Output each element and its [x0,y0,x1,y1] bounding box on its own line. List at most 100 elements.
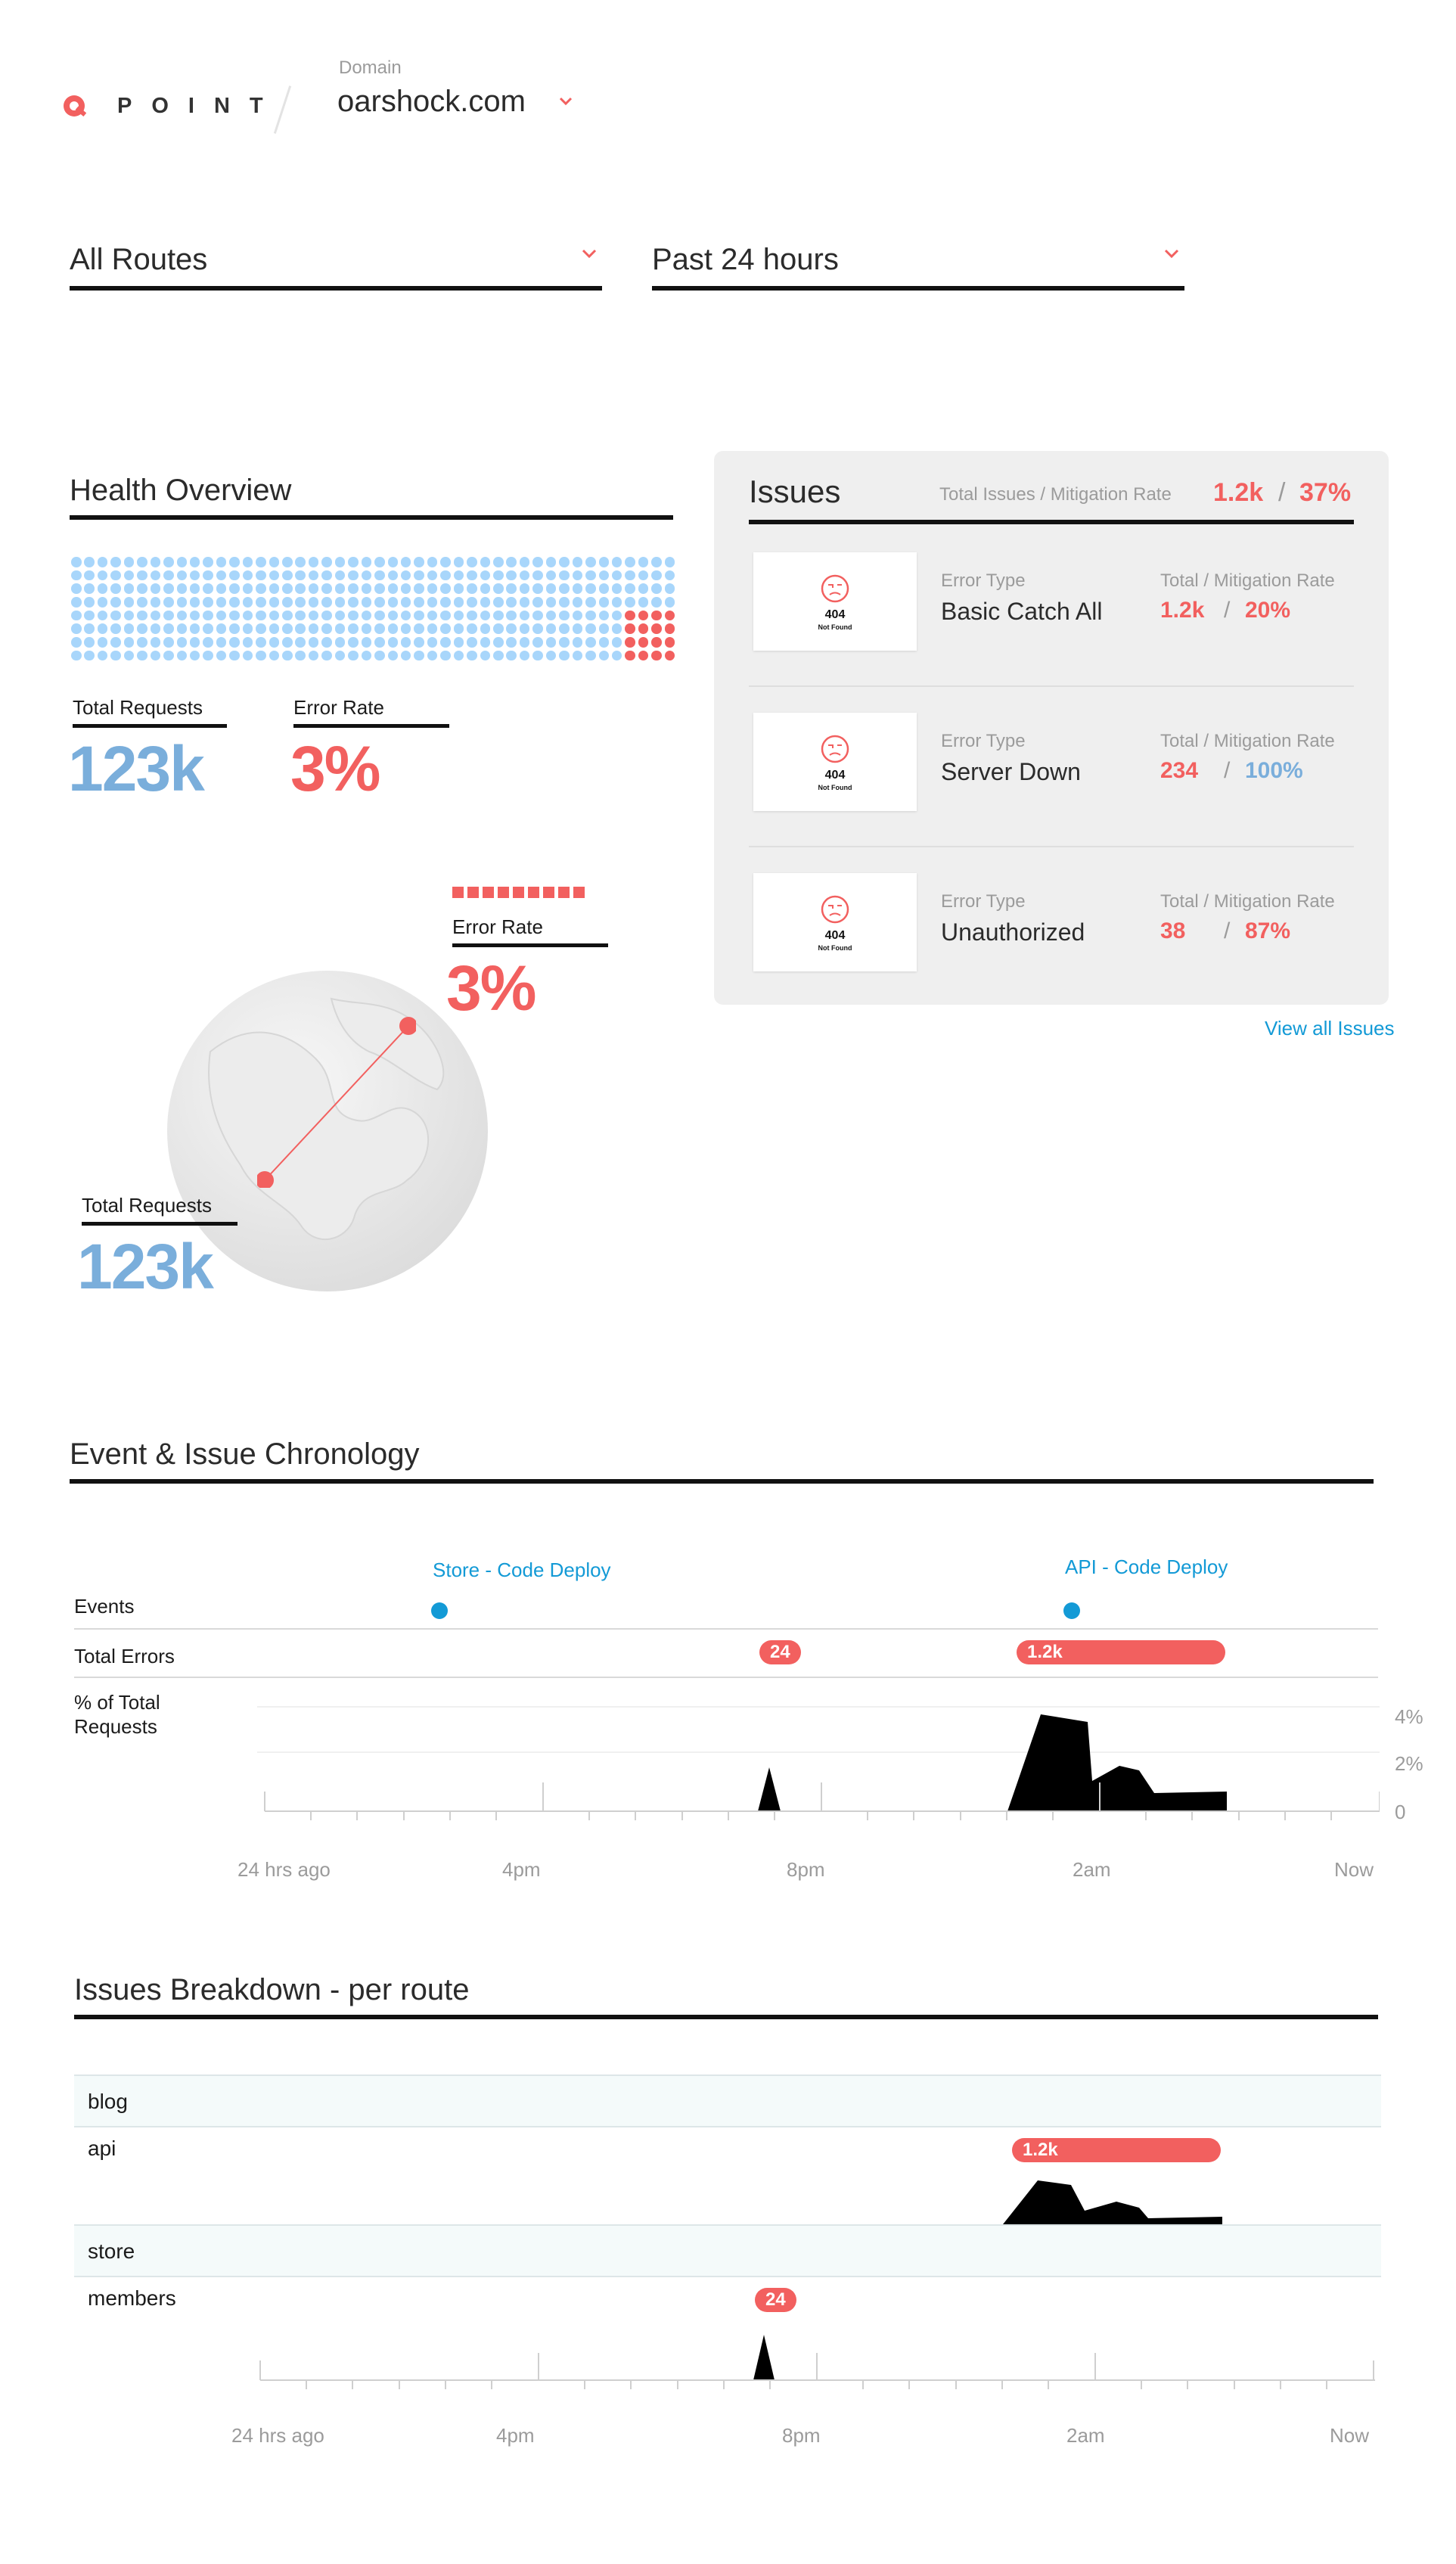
domain-label: Domain [339,57,402,78]
chevron-down-icon[interactable] [558,94,573,109]
request-dot [559,583,570,594]
request-dot [71,650,82,661]
request-dot [361,650,372,661]
request-dot [229,610,240,621]
route-select[interactable]: All Routes [70,241,602,291]
request-dot [269,623,280,634]
errors-pill-api[interactable]: 1.2k [1017,1640,1225,1664]
request-dot [269,570,280,581]
request-dot [163,570,174,581]
request-dot [467,650,477,661]
request-dot [374,570,385,581]
request-dot [269,597,280,608]
issue-name[interactable]: Basic Catch All [941,598,1102,626]
request-dot [506,557,517,567]
y-tick-2: 2% [1395,1752,1423,1775]
row-divider [74,1628,1378,1630]
request-dot [295,637,306,648]
request-dot [282,623,293,634]
request-dot [123,610,135,621]
request-dot [256,623,266,634]
request-dot [664,637,675,648]
issue-name[interactable]: Server Down [941,758,1081,786]
request-dot [163,637,174,648]
request-dot [400,610,411,621]
request-dot [480,610,491,621]
request-dot [229,570,240,581]
request-dot [506,583,517,594]
x-tick-label: 4pm [502,1858,541,1881]
request-dot [414,597,424,608]
request-dot [480,570,491,581]
issues-summary-rate: 37% [1299,478,1352,507]
request-dot [348,570,359,581]
request-dot [308,650,319,661]
request-dot [559,610,570,621]
event-label-api-deploy[interactable]: API - Code Deploy [1065,1555,1228,1579]
request-dot [585,597,596,608]
issue-thumbnail[interactable]: 404 Not Found [753,552,917,651]
request-dot [84,637,95,648]
errors-pill-store[interactable]: 24 [759,1640,801,1664]
request-dot [664,583,675,594]
request-dot [295,623,306,634]
request-dot [453,610,464,621]
request-dot [374,583,385,594]
domain-selector[interactable]: oarshock.com [337,85,526,119]
request-dot [84,570,95,581]
request-dot [321,650,332,661]
thumb-text: Not Found [818,623,852,631]
request-dot [519,583,530,594]
request-dot [123,650,135,661]
sad-face-icon [821,895,849,924]
request-dot [453,637,464,648]
request-dot [216,557,227,567]
route-row-store[interactable]: store [74,2224,1381,2277]
request-dot [150,557,161,567]
request-dot [123,583,135,594]
request-dot [453,557,464,567]
request-dot [638,557,649,567]
issue-thumbnail[interactable]: 404 Not Found [753,713,917,811]
request-dot [242,650,253,661]
route-row-blog[interactable]: blog [74,2075,1381,2127]
request-dot [256,597,266,608]
request-dot [440,637,451,648]
request-dot [295,597,306,608]
sad-face-icon [821,574,849,603]
request-dot [400,597,411,608]
request-dot [625,623,635,634]
request-dot [123,637,135,648]
request-dot [163,583,174,594]
api-errors-pill[interactable]: 1.2k [1012,2138,1221,2162]
request-dot [572,557,583,567]
members-errors-pill[interactable]: 24 [755,2288,796,2312]
event-label-store-deploy[interactable]: Store - Code Deploy [433,1559,611,1582]
request-dot [308,597,319,608]
request-dot [493,597,504,608]
request-dot [110,583,121,594]
request-dot [598,583,609,594]
y-tick-4: 4% [1395,1705,1423,1728]
event-marker-api[interactable] [1063,1602,1080,1619]
error-rate-value: 3% [290,733,380,804]
request-dot [110,650,121,661]
issue-totals-label: Total / Mitigation Rate [1160,570,1335,591]
request-dot [572,570,583,581]
request-dot [137,637,147,648]
time-range-select[interactable]: Past 24 hours [652,241,1184,291]
request-dot [427,557,438,567]
request-dot [374,557,385,567]
issue-thumbnail[interactable]: 404 Not Found [753,873,917,971]
request-dot [440,650,451,661]
x-tick-label: 2am [1073,1858,1111,1881]
request-dot [203,623,213,634]
event-marker-store[interactable] [431,1602,448,1619]
request-dot [150,623,161,634]
request-dot [638,650,649,661]
request-dot [308,610,319,621]
issue-name[interactable]: Unauthorized [941,918,1085,946]
request-dot [664,557,675,567]
request-dot [242,570,253,581]
view-all-issues-link[interactable]: View all Issues [1265,1017,1395,1040]
